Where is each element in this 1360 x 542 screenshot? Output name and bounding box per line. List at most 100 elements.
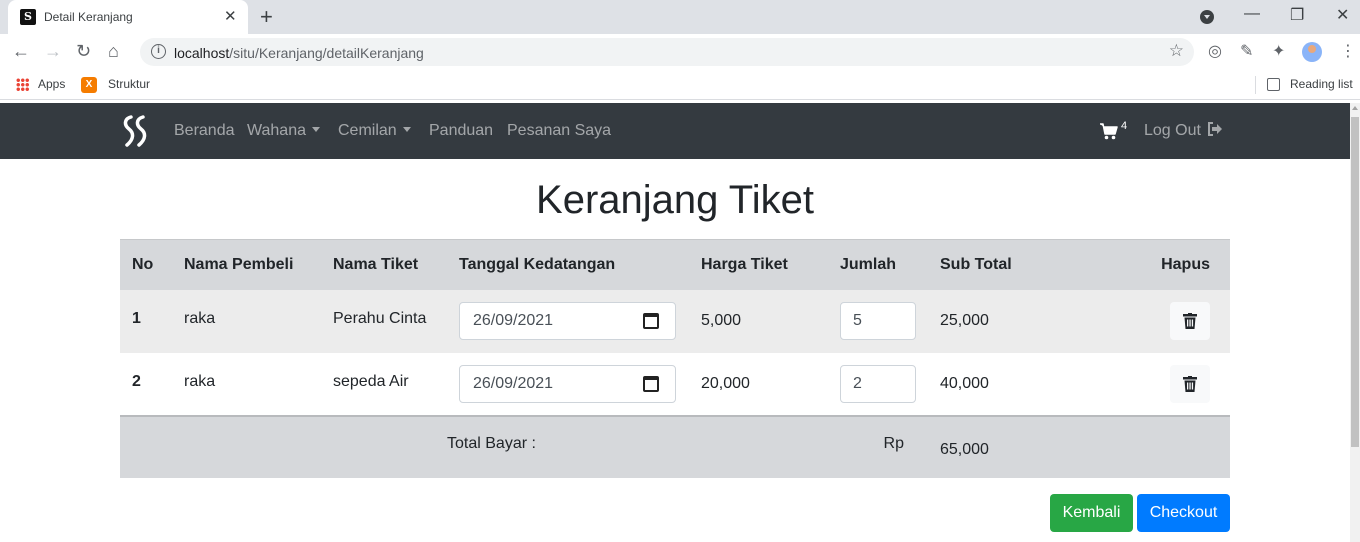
nav-wahana-dropdown[interactable]: Wahana — [247, 122, 320, 140]
profile-avatar[interactable] — [1302, 42, 1322, 62]
header-delete: Hapus — [1108, 239, 1230, 290]
row-ticket: Perahu Cinta — [321, 289, 447, 353]
total-row: Total Bayar : Rp 65,000 — [120, 414, 1230, 478]
total-empty — [1108, 414, 1230, 478]
back-button[interactable]: Kembali — [1050, 494, 1133, 532]
reading-list-icon[interactable] — [1267, 78, 1280, 91]
reload-icon[interactable]: ↻ — [76, 41, 91, 62]
site-info-icon[interactable]: i — [151, 44, 166, 59]
delete-button[interactable] — [1170, 302, 1210, 340]
minimize-icon[interactable]: — — [1244, 5, 1260, 23]
row-delete-cell — [1108, 289, 1230, 353]
row-subtotal: 25,000 — [928, 289, 1108, 353]
nav-panduan[interactable]: Panduan — [429, 122, 493, 140]
browser-tab-bar: S Detail Keranjang ✕ + — ❐ ✕ — [0, 0, 1360, 34]
cart-table: No Nama Pembeli Nama Tiket Tanggal Kedat… — [120, 239, 1230, 478]
tab-search-icon[interactable] — [1200, 10, 1214, 24]
header-ticket: Nama Tiket — [321, 239, 447, 290]
calendar-icon[interactable] — [643, 313, 659, 329]
date-value: 26/09/2021 — [473, 374, 554, 392]
close-tab-icon[interactable]: ✕ — [224, 7, 237, 25]
reading-list-link[interactable]: Reading list — [1290, 77, 1353, 91]
row-ticket: sepeda Air — [333, 372, 409, 390]
checkout-button[interactable]: Checkout — [1137, 494, 1230, 532]
row-buyer: raka — [172, 289, 321, 353]
table-row: 2 raka sepeda Air 26/09/2021 20,000 2 40… — [120, 353, 1230, 416]
logout-label: Log Out — [1144, 122, 1201, 139]
row-price: 5,000 — [689, 289, 828, 353]
extensions-puzzle-icon[interactable]: ✦ — [1272, 41, 1285, 61]
header-date: Tanggal Kedatangan — [447, 239, 689, 290]
total-label: Total Bayar : — [447, 414, 689, 478]
cart-count-badge: 4 — [1121, 120, 1128, 132]
sign-out-icon — [1208, 122, 1223, 136]
bookmarks-bar: Apps X Struktur Reading list — [0, 70, 1360, 100]
row-qty-cell: 5 — [828, 289, 928, 353]
nav-cemilan-label: Cemilan — [338, 122, 397, 139]
scroll-up-arrow-icon[interactable] — [1352, 106, 1358, 110]
url-host: localhost — [174, 45, 230, 61]
date-value: 26/09/2021 — [473, 312, 554, 329]
row-qty-cell: 2 — [828, 353, 928, 416]
page-scrollbar[interactable] — [1350, 103, 1360, 542]
apps-grid-icon[interactable] — [16, 78, 29, 91]
header-qty: Jumlah — [828, 239, 928, 290]
browser-tab[interactable]: S Detail Keranjang ✕ — [8, 0, 248, 34]
header-subtotal: Sub Total — [928, 239, 1108, 290]
site-favicon-icon: S — [20, 9, 36, 25]
row-no: 1 — [120, 289, 172, 353]
browser-menu-icon[interactable]: ⋮ — [1340, 41, 1356, 61]
date-input[interactable]: 26/09/2021 — [459, 364, 676, 403]
total-spacer — [120, 414, 447, 478]
total-currency: Rp — [689, 414, 928, 478]
trash-icon — [1183, 375, 1197, 392]
nav-beranda[interactable]: Beranda — [174, 122, 235, 140]
bookmark-struktur[interactable]: Struktur — [108, 77, 150, 91]
url-text: localhost/situ/Keranjang/detailKeranjang — [174, 45, 424, 61]
date-input[interactable]: 26/09/2021 — [459, 302, 676, 340]
logout-link[interactable]: Log Out — [1144, 122, 1223, 140]
browser-toolbar: ← → ↻ ⌂ i localhost/situ/Keranjang/detai… — [0, 34, 1360, 70]
row-no: 2 — [132, 372, 141, 390]
quantity-input[interactable]: 2 — [840, 364, 916, 403]
row-subtotal: 40,000 — [940, 374, 989, 392]
bookmark-apps[interactable]: Apps — [38, 77, 65, 91]
nav-pesanan-saya[interactable]: Pesanan Saya — [507, 122, 611, 140]
scrollbar-thumb[interactable] — [1351, 117, 1359, 447]
shopping-cart-icon[interactable] — [1099, 121, 1119, 141]
struktur-favicon-icon: X — [81, 77, 97, 93]
url-path: /situ/Keranjang/detailKeranjang — [229, 45, 424, 61]
brand-logo-icon[interactable] — [122, 115, 148, 147]
tab-title: Detail Keranjang — [44, 10, 133, 24]
extension-pen-icon[interactable]: ✎ — [1240, 41, 1253, 61]
trash-icon — [1183, 313, 1197, 329]
header-buyer: Nama Pembeli — [172, 239, 321, 290]
table-row: 1 raka Perahu Cinta 26/09/2021 5,000 5 2… — [120, 289, 1230, 353]
window-close-icon[interactable]: ✕ — [1336, 5, 1349, 25]
quantity-input[interactable]: 5 — [840, 302, 916, 340]
address-bar[interactable]: i localhost/situ/Keranjang/detailKeranja… — [140, 38, 1194, 66]
header-price: Harga Tiket — [689, 239, 828, 290]
header-no: No — [120, 239, 172, 290]
site-navbar: Beranda Wahana Cemilan Panduan Pesanan S… — [0, 103, 1350, 159]
restore-icon[interactable]: ❐ — [1290, 5, 1304, 25]
calendar-icon[interactable] — [643, 375, 659, 392]
back-arrow-icon[interactable]: ← — [12, 41, 30, 62]
row-price: 20,000 — [701, 374, 750, 392]
total-value: 65,000 — [928, 414, 1108, 478]
table-header-row: No Nama Pembeli Nama Tiket Tanggal Kedat… — [120, 239, 1230, 290]
row-delete-cell — [1108, 353, 1230, 416]
bookmarks-divider — [1255, 76, 1256, 94]
row-date-cell: 26/09/2021 — [447, 353, 689, 416]
extension-circle-icon[interactable]: ◎ — [1208, 41, 1222, 61]
home-icon[interactable]: ⌂ — [108, 41, 119, 62]
new-tab-icon[interactable]: + — [260, 4, 273, 30]
row-buyer: raka — [184, 372, 216, 390]
nav-cemilan-dropdown[interactable]: Cemilan — [338, 122, 411, 140]
bookmark-star-icon[interactable]: ☆ — [1169, 41, 1184, 61]
forward-arrow-icon[interactable]: → — [44, 41, 62, 62]
row-date-cell: 26/09/2021 — [447, 289, 689, 353]
caret-down-icon — [312, 127, 320, 132]
delete-button[interactable] — [1170, 364, 1210, 403]
caret-down-icon — [402, 127, 411, 132]
